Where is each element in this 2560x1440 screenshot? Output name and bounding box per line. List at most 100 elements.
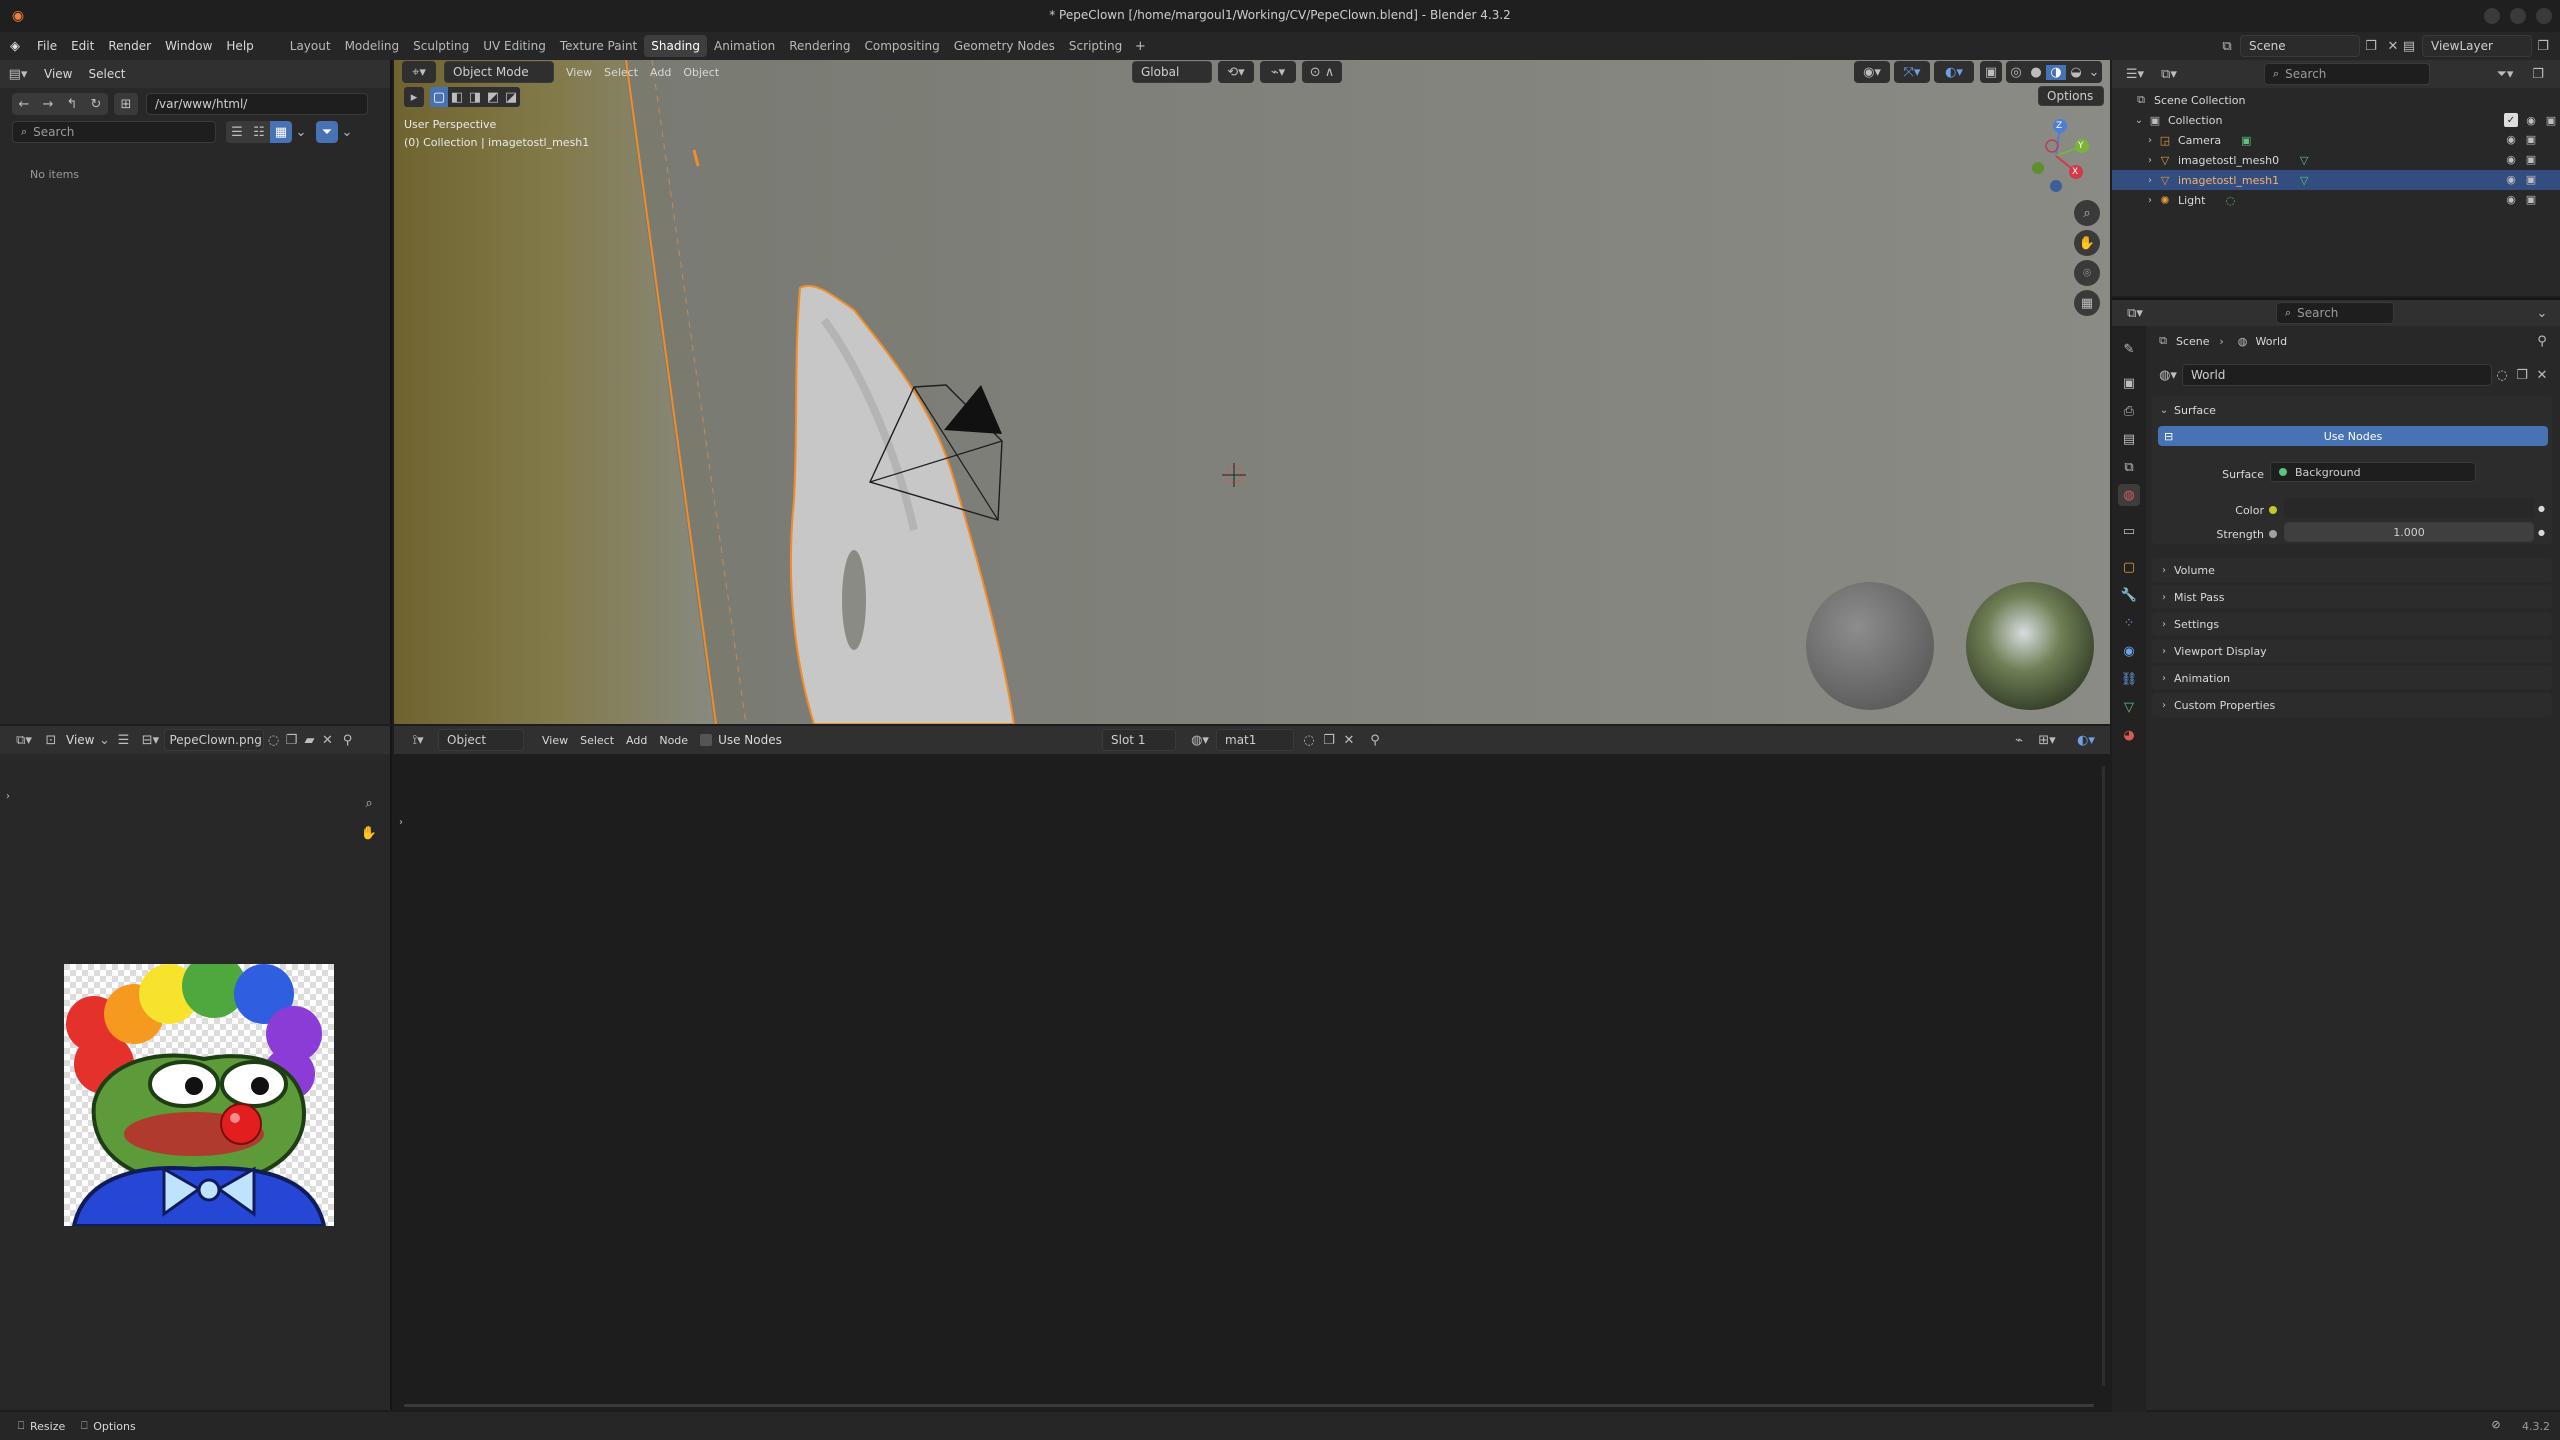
select-invert-icon[interactable]: ◩ [484,87,502,107]
viewlayer-field[interactable]: ViewLayer [2422,35,2532,57]
outliner-item-imagetostl-mesh0[interactable]: › ▽ imagetostl_mesh0 ▽ ◉ ▣ [2112,150,2560,170]
blender-menu-icon[interactable]: ◈ [0,39,30,54]
image-view-menu[interactable]: View [62,729,98,751]
pan-hand-icon[interactable]: ✋ [2074,230,2100,256]
visibility-eye-icon[interactable]: ◉ [2504,133,2518,146]
select-extend-icon[interactable]: ◧ [448,87,466,107]
viewport-menu-view[interactable]: View [560,61,598,83]
image-new-icon[interactable]: ❐ [282,733,300,748]
image-open-icon[interactable]: ▰ [300,733,318,748]
collection-render-icon[interactable]: ▣ [2544,114,2558,127]
new-folder-icon[interactable]: ⊞ [114,93,138,115]
tab-rendering[interactable]: Rendering [782,35,857,57]
node-menu-add[interactable]: Add [620,729,653,751]
fb-view-menu[interactable]: View [36,63,80,85]
image-browse-icon[interactable]: ⊟▾ [136,733,164,748]
node-menu-node[interactable]: Node [653,729,694,751]
world-name-field[interactable]: World [2182,364,2492,386]
world-fake-user-icon[interactable]: ◌ [2492,368,2512,383]
outliner-search-input[interactable]: ⌕ Search [2264,63,2430,85]
physics-tab-icon[interactable]: ◉ [2118,640,2140,662]
viewport-menu-select[interactable]: Select [598,61,644,83]
use-nodes-checkbox[interactable] [700,734,713,746]
viewport-editor-type-icon[interactable]: ⌖▾ [402,61,436,83]
material-tab-icon[interactable]: ◕ [2118,724,2140,746]
data-tab-icon[interactable]: ▽ [2118,696,2140,718]
menu-file[interactable]: File [30,35,64,57]
transform-orientation-dropdown[interactable]: Global [1132,61,1212,83]
editor-type-icon[interactable]: ▤▾ [0,67,36,82]
expand-arrow-icon[interactable]: › [2144,155,2156,166]
filter-icon[interactable]: ⏷ [316,121,338,143]
shader-type-dropdown[interactable]: Object [438,729,524,751]
panel-animation[interactable]: › Animation [2152,666,2552,690]
strength-keyframe-icon[interactable]: ● [2538,528,2545,537]
color-swatch[interactable] [2284,498,2534,518]
image-pan-icon[interactable]: ✋ [356,820,382,846]
node-snap-icon[interactable]: ⌁ [2008,729,2030,751]
outliner-new-collection-icon[interactable]: ❐ [2526,63,2550,85]
image-name-field[interactable]: PepeClown.png [164,729,265,751]
material-new-icon[interactable]: ❐ [1320,729,1338,751]
properties-pin-icon[interactable]: ⚲ [2532,330,2552,352]
select-box-icon[interactable]: ▢ [430,87,448,107]
gizmo-icon[interactable]: ⤧▾ [1894,61,1930,83]
material-name-field[interactable]: mat1 [1216,729,1294,751]
node-pin-icon[interactable]: ⚲ [1364,729,1386,751]
properties-options-icon[interactable]: ⌄ [2532,302,2552,324]
surface-panel-header[interactable]: ⌄ Surface [2158,400,2216,420]
slot-dropdown[interactable]: Slot 1 [1102,729,1176,751]
outliner-item-camera[interactable]: › ◲ Camera ▣ ◉ ▣ [2112,130,2560,150]
outliner-item-light[interactable]: › ✺ Light ◌ ◉ ▣ [2112,190,2560,210]
tab-modeling[interactable]: Modeling [338,35,407,57]
surface-shader-field[interactable]: Background [2270,462,2476,482]
image-unlink-icon[interactable]: ✕ [318,733,336,748]
delete-viewlayer-icon[interactable]: ✕ [2554,39,2560,54]
collection-exclude-checkbox[interactable]: ✓ [2504,113,2518,127]
fb-search-input[interactable]: ⌕ Search [12,121,216,143]
panel-viewport-display[interactable]: › Viewport Display [2152,639,2552,663]
tab-layout[interactable]: Layout [283,35,338,57]
constraints-tab-icon[interactable]: ⛓ [2118,668,2140,690]
particles-tab-icon[interactable]: ⁘ [2118,612,2140,634]
image-editor-type-icon[interactable]: ⧉▾ [8,733,40,748]
expand-arrow-icon[interactable]: › [2144,135,2156,146]
minimize-button[interactable] [2484,8,2500,24]
shader-editor-panel[interactable]: ⟟▾ Object View Select Add Node Use Nodes Sl… [394,726,2110,1410]
use-nodes-button[interactable]: ⊟ Use Nodes [2158,426,2548,446]
node-overlay-icon[interactable]: ◐▾ [2066,729,2106,751]
outliner-item-imagetostl-mesh1[interactable]: › ▽ imagetostl_mesh1 ▽ ◉ ▣ [2112,170,2560,190]
viewport-options-button[interactable]: Options [2038,86,2104,106]
select-subtract-icon[interactable]: ◨ [466,87,484,107]
xray-icon[interactable]: ▣ [1980,61,2002,83]
mesh-data-icon[interactable]: ▽ [2295,174,2313,187]
node-menu-view[interactable]: View [536,729,574,751]
parent-dir-icon[interactable]: ↰ [60,93,84,115]
shader-editor-type-icon[interactable]: ⟟▾ [402,733,434,748]
fb-select-menu[interactable]: Select [80,63,133,85]
object-tab-icon[interactable]: ▢ [2118,556,2140,578]
world-new-icon[interactable]: ❐ [2512,368,2532,383]
tab-uv-editing[interactable]: UV Editing [476,35,553,57]
list-horizontal-icon[interactable]: ☷ [248,121,270,143]
render-tab-icon[interactable]: ▣ [2118,372,2140,394]
render-camera-icon[interactable]: ▣ [2524,193,2538,206]
image-view-dropdown-icon[interactable]: ⌄ [98,733,110,748]
add-workspace-icon[interactable]: + [1129,39,1151,54]
node-menu-select[interactable]: Select [574,729,620,751]
world-tab-icon[interactable]: ◍ [2118,484,2140,506]
node-editor-vscrollbar[interactable] [2102,766,2105,1386]
wireframe-shading-icon[interactable]: ◎ [2006,65,2026,80]
new-scene-icon[interactable]: ❐ [2360,39,2382,54]
camera-data-icon[interactable]: ▣ [2237,134,2255,147]
render-camera-icon[interactable]: ▣ [2524,173,2538,186]
outliner-editor-type-icon[interactable]: ☰▾ [2118,67,2152,82]
select-intersect-icon[interactable]: ◪ [502,87,520,107]
view-layer-tab-icon[interactable]: ▤ [2118,428,2140,450]
image-menu-icon[interactable]: ☰ [110,733,136,748]
render-camera-icon[interactable]: ▣ [2524,133,2538,146]
tab-texture-paint[interactable]: Texture Paint [553,35,644,57]
tab-shading[interactable]: Shading [644,35,707,57]
solid-shading-icon[interactable]: ● [2026,65,2046,80]
menu-help[interactable]: Help [219,35,260,57]
